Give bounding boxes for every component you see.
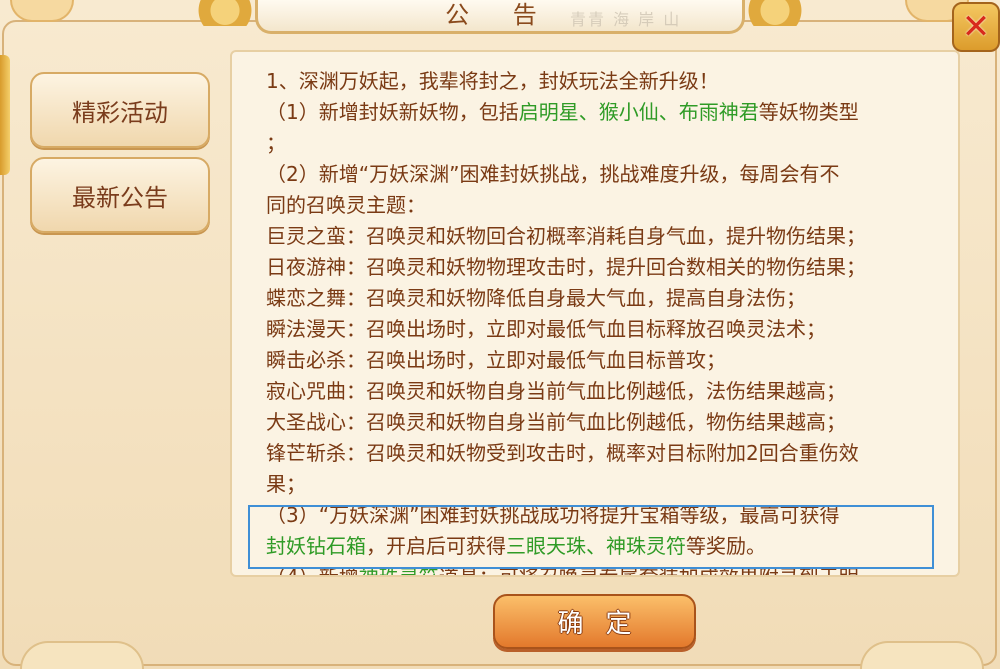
line-text: 同的召唤灵主题： (266, 193, 426, 217)
announcement-line: （2）新增“万妖深渊”困难封妖挑战，挑战难度升级，每周会有不 (266, 159, 956, 190)
announcement-line: 日夜游神：召唤灵和妖物物理攻击时，提升回合数相关的物伤结果； (266, 252, 956, 283)
announcement-line: 同的召唤灵主题： (266, 190, 956, 221)
announcement-line: 瞬击必杀：召唤出场时，立即对最低气血目标普攻； (266, 345, 956, 376)
confirm-button-label: 确定 (557, 609, 654, 639)
announcement-panel[interactable]: 1、深渊万妖起，我辈将封之，封妖玩法全新升级！ （1）新增封妖新妖物，包括启明星、… (230, 50, 960, 577)
announcement-line: （3）“万妖深渊”困难封妖挑战成功将提升宝箱等级，最高可获得 (266, 500, 956, 531)
announcement-line: 封妖钻石箱，开启后可获得三眼天珠、神珠灵符等奖励。 (266, 531, 956, 562)
line-text: 等妖物类型 (758, 100, 859, 124)
sidebar-item-label: 精彩活动 (72, 98, 168, 127)
cloud-ornament-bottom-right (860, 641, 984, 669)
line-text: 瞬法漫天：召唤出场时，立即对最低气血目标释放召唤灵法术； (266, 317, 826, 341)
side-ornament (0, 55, 10, 175)
line-text: （2）新增“万妖深渊”困难封妖挑战，挑战难度升级，每周会有不 (266, 162, 840, 186)
announcement-line: （1）新增封妖新妖物，包括启明星、猴小仙、布雨神君等妖物类型 (266, 97, 956, 128)
cloud-ornament-bottom-left (20, 641, 144, 669)
line-text: ，开启后可获得 (366, 534, 506, 558)
dialog-title: 公 告 (445, 1, 555, 29)
line-text: 锋芒斩杀：召唤灵和妖物受到攻击时，概率对目标附加2回合重伤效 (266, 441, 859, 465)
announcement-line: 锋芒斩杀：召唤灵和妖物受到攻击时，概率对目标附加2回合重伤效 (266, 438, 956, 469)
announcement-line: ； (266, 128, 956, 159)
announcement-line: 瞬法漫天：召唤出场时，立即对最低气血目标释放召唤灵法术； (266, 314, 956, 345)
line-text: （3）“万妖深渊”困难封妖挑战成功将提升宝箱等级，最高可获得 (266, 503, 840, 527)
announcement-line: （4）新增神珠灵符道具：可将召唤灵专属套装加成效果附录到于明 (266, 562, 956, 577)
line-text: 大圣战心：召唤灵和妖物自身当前气血比例越低，物伤结果越高； (266, 410, 846, 434)
announcement-line: 巨灵之蛮：召唤灵和妖物回合初概率消耗自身气血，提升物伤结果； (266, 221, 956, 252)
close-icon: ✕ (961, 7, 991, 47)
line-text: 寂心咒曲：召唤灵和妖物自身当前气血比例越低，法伤结果越高； (266, 379, 846, 403)
title-decoration: 青青 海 岸 山 (570, 10, 682, 29)
announcement-line: 1、深渊万妖起，我辈将封之，封妖玩法全新升级！ (266, 66, 956, 97)
line-text: 道具：可将召唤灵专属套装加成效果附录到于明 (438, 565, 859, 577)
sidebar-item-label: 最新公告 (72, 183, 168, 212)
announcement-text: 1、深渊万妖起，我辈将封之，封妖玩法全新升级！ （1）新增封妖新妖物，包括启明星、… (266, 66, 956, 577)
line-text: 等奖励。 (686, 534, 766, 558)
announcement-line: 大圣战心：召唤灵和妖物自身当前气血比例越低，物伤结果越高； (266, 407, 956, 438)
highlight-text: 启明星、猴小仙、布雨神君 (518, 100, 759, 124)
line-text: 巨灵之蛮：召唤灵和妖物回合初概率消耗自身气血，提升物伤结果； (266, 224, 866, 248)
line-text: （4）新增 (266, 565, 359, 577)
line-text: 瞬击必杀：召唤出场时，立即对最低气血目标普攻； (266, 348, 726, 372)
highlight-text: 三眼天珠、神珠灵符 (506, 534, 686, 558)
line-text: 日夜游神：召唤灵和妖物物理攻击时，提升回合数相关的物伤结果； (266, 255, 866, 279)
line-text: 果； (266, 472, 306, 496)
announcement-line: 果； (266, 469, 956, 500)
line-text: ； (266, 131, 286, 155)
announcement-line: 寂心咒曲：召唤灵和妖物自身当前气血比例越低，法伤结果越高； (266, 376, 956, 407)
confirm-button[interactable]: 确定 (493, 594, 696, 649)
line-text: 1、深渊万妖起，我辈将封之，封妖玩法全新升级！ (266, 69, 719, 93)
announcement-line: 蝶恋之舞：召唤灵和妖物降低自身最大气血，提高自身法伤； (266, 283, 956, 314)
close-button[interactable]: ✕ (952, 2, 1000, 52)
line-text: （1）新增封妖新妖物，包括 (266, 100, 519, 124)
line-text: 蝶恋之舞：召唤灵和妖物降低自身最大气血，提高自身法伤； (266, 286, 806, 310)
sidebar-item-activities[interactable]: 精彩活动 (30, 72, 210, 148)
highlight-text: 封妖钻石箱 (266, 534, 366, 558)
highlight-text: 神珠灵符 (358, 565, 439, 577)
sidebar-item-latest-notice[interactable]: 最新公告 (30, 157, 210, 233)
